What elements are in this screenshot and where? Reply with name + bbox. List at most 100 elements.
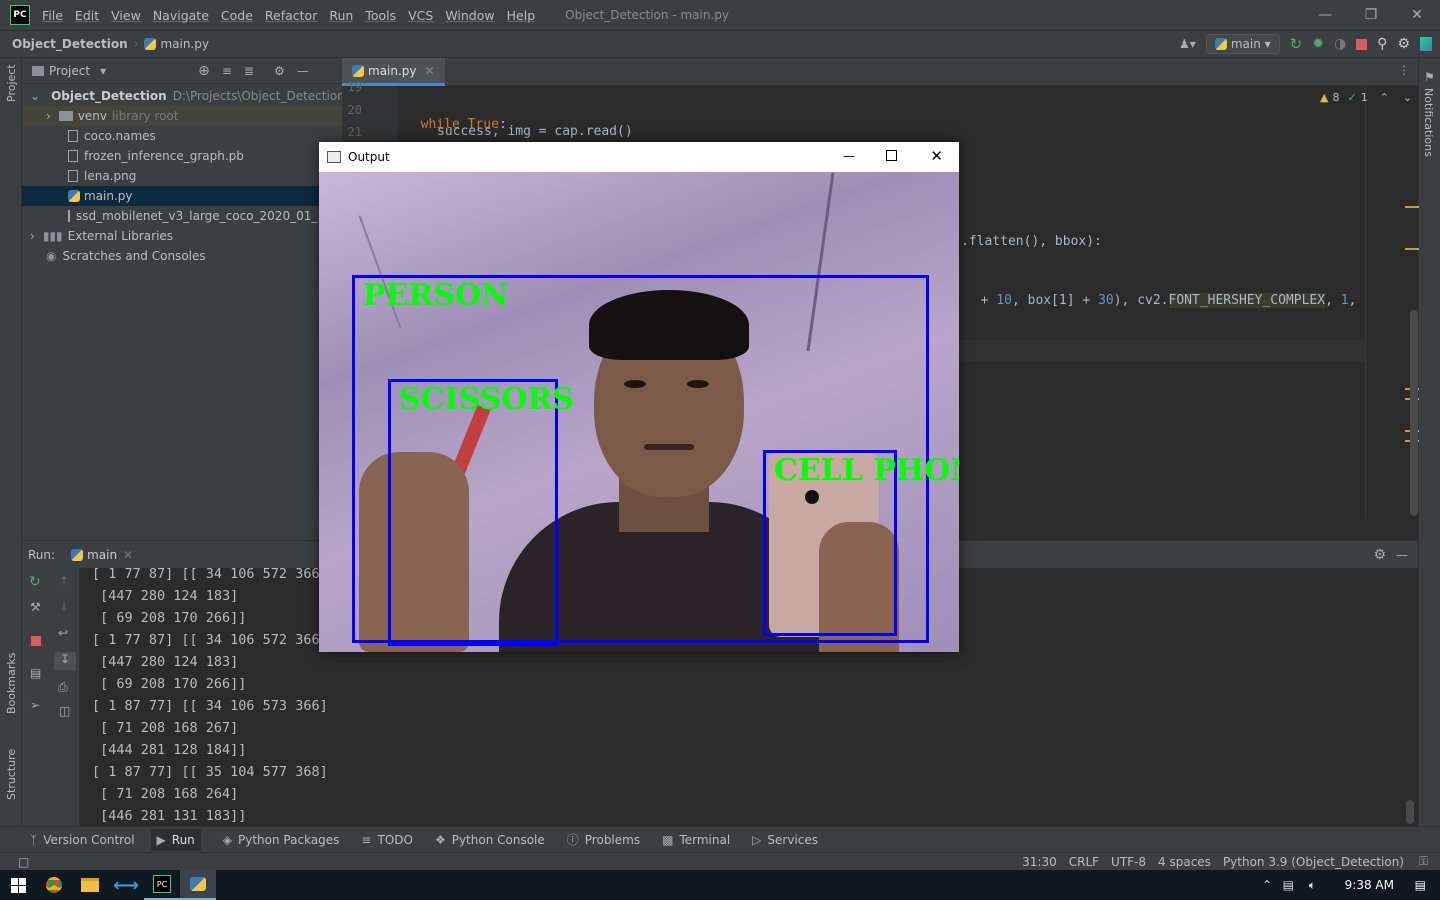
tray-chevron-up-icon[interactable]: ⌃ — [1262, 878, 1272, 892]
indent-setting[interactable]: 4 spaces — [1158, 855, 1211, 869]
menu-window[interactable]: Window — [445, 8, 494, 23]
scroll-to-end-icon[interactable]: ↧ — [54, 652, 76, 670]
locate-icon[interactable]: ⊕ — [198, 63, 210, 79]
menu-file[interactable]: File — [42, 8, 63, 23]
caret-position[interactable]: 31:30 — [1022, 855, 1057, 869]
hide-icon[interactable]: — — [1396, 548, 1408, 562]
project-tool-tab[interactable]: Project — [5, 64, 18, 102]
menu-vcs[interactable]: VCS — [408, 8, 433, 23]
breadcrumb-file[interactable]: main.py — [160, 37, 209, 51]
tree-scratches[interactable]: ◉ Scratches and Consoles — [22, 246, 342, 266]
tool-problems[interactable]: ⓘ Problems — [567, 831, 640, 848]
structure-tool-tab[interactable]: Structure — [5, 749, 18, 800]
project-view-select[interactable]: Project — [49, 64, 90, 78]
console-scrollbar[interactable] — [1406, 800, 1414, 824]
close-tab-icon[interactable]: ✕ — [425, 64, 435, 78]
minimize-icon[interactable]: — — [1302, 0, 1348, 30]
menu-tools[interactable]: Tools — [365, 8, 396, 23]
chevron-down-icon[interactable]: ▾ — [100, 64, 106, 78]
print-icon[interactable]: ⎙ — [58, 680, 68, 695]
tree-file[interactable]: ssd_mobilenet_v3_large_coco_2020_01_14.p… — [22, 206, 368, 226]
menu-run[interactable]: Run — [329, 8, 353, 23]
menu-edit[interactable]: Edit — [75, 8, 99, 23]
output-title-bar[interactable]: Output — ✕ — [319, 142, 959, 172]
restore-icon[interactable]: ❐ — [1348, 0, 1394, 30]
gear-icon[interactable]: ⚙ — [274, 64, 285, 78]
file-encoding[interactable]: UTF-8 — [1111, 855, 1146, 869]
notifications-tool-tab[interactable]: Notifications — [1422, 88, 1435, 157]
tool-python-packages[interactable]: ◈ Python Packages — [223, 833, 340, 847]
settings-icon[interactable]: ⚙ — [1397, 36, 1410, 52]
menu-help[interactable]: Help — [507, 8, 536, 23]
tool-services[interactable]: ▷ Services — [752, 833, 818, 847]
bell-icon[interactable]: ⚑ — [1424, 70, 1435, 84]
left-tool-strip: Project Bookmarks Structure — [0, 58, 22, 826]
menu-view[interactable]: View — [111, 8, 141, 23]
debug-icon[interactable]: ✹ — [1312, 36, 1324, 52]
maximize-icon[interactable] — [886, 150, 897, 161]
close-icon[interactable]: ✕ — [1394, 0, 1440, 30]
coverage-icon[interactable]: ◑ — [1334, 36, 1346, 52]
breadcrumb-project[interactable]: Object_Detection — [12, 37, 128, 51]
pycharm-taskbar-icon[interactable]: PC — [144, 870, 180, 900]
soft-wrap-icon[interactable]: ↩ — [58, 626, 68, 640]
tree-external-libraries[interactable]: › ▮▮▮ External Libraries — [22, 226, 342, 246]
chevron-down-icon[interactable]: ⌄ — [1403, 91, 1412, 104]
arrow-up-icon[interactable]: ↑ — [59, 574, 69, 588]
stop-icon[interactable] — [31, 636, 41, 646]
collapse-all-icon[interactable]: ≣ — [244, 64, 254, 78]
menu-code[interactable]: Code — [221, 8, 253, 23]
lock-icon[interactable]: ⚿ — [1419, 854, 1428, 869]
file-explorer-icon[interactable] — [72, 870, 108, 900]
wrench-icon[interactable]: ⚒ — [30, 600, 41, 614]
more-icon[interactable]: ⋮ — [1398, 63, 1410, 77]
close-icon[interactable]: ✕ — [930, 147, 943, 165]
rerun-icon[interactable]: ↻ — [29, 574, 41, 590]
tool-terminal[interactable]: ▩ Terminal — [662, 833, 730, 847]
line-separator[interactable]: CRLF — [1069, 855, 1099, 869]
volume-icon[interactable]: 🔈︎ — [1309, 878, 1316, 893]
stop-icon[interactable] — [1356, 38, 1368, 50]
chevron-up-icon[interactable]: ⌃ — [1380, 91, 1389, 104]
inspection-widget[interactable]: ▲ 8 ✓ 1 ⌃ ⌄ — [1320, 91, 1412, 104]
bookmarks-tool-tab[interactable]: Bookmarks — [5, 653, 18, 714]
jetbrains-icon[interactable] — [1420, 37, 1432, 51]
python-output-taskbar-icon[interactable] — [180, 870, 216, 900]
tree-file[interactable]: coco.names — [22, 126, 342, 146]
user-icon[interactable]: ♟▾ — [1179, 37, 1196, 51]
vscode-icon[interactable]: ⟷ — [108, 870, 144, 900]
windows-start-icon[interactable] — [0, 870, 36, 900]
layout-icon[interactable]: ▤ — [30, 666, 41, 680]
trash-icon[interactable]: ◫ — [59, 704, 70, 718]
search-icon[interactable]: ⚲ — [1377, 36, 1387, 52]
tool-run[interactable]: ▶ Run — [150, 828, 201, 851]
tree-root[interactable]: ⌄ Object_Detection D:\Projects\Object_De… — [22, 86, 345, 106]
hide-icon[interactable]: — — [297, 64, 309, 78]
tool-python-console[interactable]: ❖ Python Console — [435, 833, 545, 847]
minimize-icon[interactable]: — — [843, 149, 855, 163]
arrow-down-icon[interactable]: ↓ — [59, 600, 69, 614]
clock[interactable]: 9:38 AM — [1345, 878, 1394, 892]
menu-refactor[interactable]: Refactor — [265, 8, 317, 23]
rerun-icon[interactable]: ↻ — [1290, 35, 1303, 53]
panel-toggle-icon[interactable]: □ — [18, 855, 29, 869]
run-tab[interactable]: main ✕ — [71, 548, 133, 562]
tree-file[interactable]: lena.png — [22, 166, 342, 186]
pin-icon[interactable]: ➢ — [30, 698, 40, 712]
chrome-icon[interactable] — [36, 870, 72, 900]
run-config-select[interactable]: main ▾ — [1205, 34, 1280, 54]
editor-scrollbar[interactable] — [1410, 310, 1418, 516]
notification-center-icon[interactable]: ▤ — [1415, 878, 1426, 892]
settings-icon[interactable]: ⚙ — [1373, 547, 1386, 563]
close-tab-icon[interactable]: ✕ — [123, 548, 133, 562]
interpreter[interactable]: Python 3.9 (Object_Detection) — [1223, 855, 1404, 869]
expand-all-icon[interactable]: ≡ — [222, 64, 232, 78]
network-icon[interactable]: ▤ — [1283, 878, 1294, 892]
tool-todo[interactable]: ≡ TODO — [361, 833, 413, 847]
tree-venv[interactable]: › venv library root — [22, 106, 342, 126]
tool-version-control[interactable]: ᛉ Version Control — [30, 833, 135, 847]
tree-file[interactable]: frozen_inference_graph.pb — [22, 146, 342, 166]
tree-file-selected[interactable]: main.py — [22, 186, 342, 206]
output-window[interactable]: Output — ✕ PERSON SCISSORS CELL PHON — [319, 142, 959, 652]
menu-navigate[interactable]: Navigate — [153, 8, 209, 23]
